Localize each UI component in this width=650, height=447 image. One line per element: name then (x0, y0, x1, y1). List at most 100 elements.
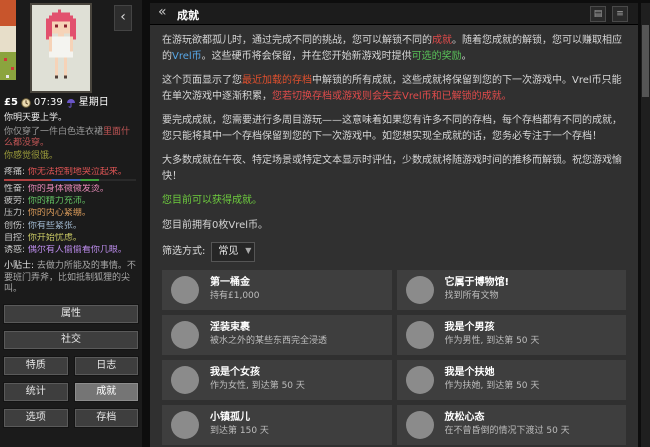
achievement-desc: 被水之外的某些东西完全浸透 (210, 335, 328, 346)
sidebar-item-traits[interactable]: 特质 (3, 356, 69, 376)
character-card (30, 3, 92, 93)
main-header: « 成就 ▤ ≡ (150, 3, 638, 25)
sidebar-item-attributes[interactable]: 属性 (3, 304, 139, 324)
eligible-line: 您目前可以获得成就。 (162, 195, 262, 206)
sidebar-item-feats[interactable]: 成就 (73, 382, 139, 402)
warning-text: 您若切换存档或游戏则会失去Vrel币和已解锁的成就。 (272, 90, 512, 102)
save-highlight: 最近加载的存档 (242, 75, 312, 86)
stat-arousal: 性奋: 你的身体微微发烫。 (4, 184, 138, 195)
achievement-desc: 作为女性, 到达第 50 天 (210, 380, 305, 391)
filter-label: 筛选方式: (162, 246, 206, 257)
scrollbar-thumb[interactable] (642, 25, 649, 97)
stat-value: 你的精力充沛。 (27, 196, 91, 206)
achievement-card: 我是个扶她 作为扶她, 到达第 50 天 (396, 359, 626, 400)
main-panel: « 成就 ▤ ≡ 在游玩欲都孤儿时，通过完成不同的挑战，您可以解锁不同的成就。随… (150, 3, 638, 447)
achievement-title: 我是个扶她 (444, 366, 495, 378)
achievement-card: 淫装束裹 被水之外的某些东西完全浸透 (162, 314, 392, 355)
stat-pain: 疼痛: 你无法控制地哭泣起来。 (4, 167, 138, 178)
money-value: £5 (4, 97, 18, 108)
achievement-card: 放松心态 在不曾昏倒的情况下渡过 50 天 (396, 404, 626, 445)
tip-message: 小贴士: 去做力所能及的事情。不要班门弄斧，比如抵制狐狸的尖叫。 (4, 261, 138, 295)
scene-background (0, 0, 16, 96)
text-segment: 。 (461, 50, 472, 62)
multiplay-paragraph: 要完成成就，您需要进行多周目游玩——这意味着如果您有许多不同的存档，每个存档都有… (162, 115, 622, 142)
achievement-icon (405, 410, 434, 439)
filter-selected-value: 常见 (218, 246, 239, 257)
achievement-card: 第一桶金 持有£1,000 (162, 269, 392, 310)
achievement-icon (405, 365, 434, 394)
layout-toggle-button[interactable]: ▤ (590, 6, 606, 22)
filter-select[interactable]: 常见 ▼ (211, 242, 256, 262)
stat-label: 压力: (4, 208, 26, 219)
stat-value: 你的内心紧绷。 (27, 208, 91, 219)
school-message: 你明天要上学。 (4, 112, 68, 123)
collapse-icon: ‹ (120, 9, 126, 25)
achievements-grid: 第一桶金 持有£1,000 它属于博物馆! 找到所有文物 淫装束裹 被水之外的某… (162, 269, 626, 447)
sidebar-item-statistics[interactable]: 统计 (3, 382, 69, 402)
stat-label: 诱惑: (4, 245, 26, 255)
text-segment: 。这些硬币将会保留，并在您开始新游戏时提供 (201, 50, 412, 62)
achievement-icon (171, 410, 199, 439)
stat-value: 你有些紧张。 (27, 220, 82, 231)
sidebar-item-journal[interactable]: 日志 (73, 356, 139, 376)
achievement-desc: 找到所有文物 (444, 290, 499, 301)
stat-stress: 压力: 你的内心紧绷。 (4, 208, 138, 219)
vrelcoin-highlight: Vrel币 (172, 50, 202, 62)
back-icon[interactable]: « (158, 4, 167, 20)
stat-value: 你开始忧虑。 (27, 232, 82, 243)
achievement-title: 我是个男孩 (444, 321, 495, 333)
text-segment: 在游玩欲都孤儿时，通过完成不同的挑战，您可以解锁不同的 (162, 35, 432, 46)
weekday-value: 星期日 (78, 97, 109, 108)
achievement-desc: 在不曾昏倒的情况下渡过 50 天 (444, 425, 570, 436)
achievement-title: 放松心态 (444, 411, 485, 423)
stat-label: 性奋: (4, 183, 26, 194)
achievement-icon (405, 275, 434, 304)
stat-control: 自控: 你开始忧虑。 (4, 233, 138, 244)
grid-icon: ▤ (593, 9, 603, 19)
achievement-card: 它属于博物馆! 找到所有文物 (396, 269, 626, 310)
save-paragraph: 这个页面显示了您最近加载的存档中解锁的所有成就，这些成就将保留到您的下一次游戏中… (162, 73, 626, 104)
achievement-icon (405, 320, 434, 349)
sidebar-nav: 属性 社交 特质 日志 统计 成就 选项 存档 (3, 304, 139, 434)
sidebar-collapse-button[interactable]: ‹ (114, 5, 132, 31)
status-row: £5 07:39 星期日 (4, 97, 138, 110)
scrollbar-track[interactable] (641, 3, 650, 447)
achievement-card: 小镇孤儿 到达第 150 天 (162, 404, 392, 445)
stat-value: 偶尔有人偷偷看你几眼。 (27, 245, 127, 255)
achievement-card: 我是个男孩 作为男性, 到达第 50 天 (396, 314, 626, 355)
stat-value: 你无法控制地哭泣起来。 (27, 166, 127, 177)
achievement-desc: 到达第 150 天 (210, 425, 269, 436)
time-value: 07:39 (33, 97, 63, 108)
sidebar-item-options[interactable]: 选项 (3, 408, 69, 428)
achievement-card: 我是个女孩 作为女性, 到达第 50 天 (162, 359, 392, 400)
stat-value: 你的身体微微发烫。 (27, 183, 109, 194)
sidebar-status: £5 07:39 星期日 你明天要上学。 你仅穿了一件白色连衣裙里面什么都没穿。… (4, 97, 138, 295)
intro-paragraph: 在游玩欲都孤儿时，通过完成不同的挑战，您可以解锁不同的成就。随着您成就的解锁，您… (162, 33, 626, 64)
feats-highlight: 成就 (432, 35, 452, 46)
menu-button[interactable]: ≡ (612, 6, 628, 22)
character-sprite (46, 9, 76, 79)
vrelcoin-count-line: 您目前拥有0枚Vrel币。 (162, 219, 269, 231)
tip-label: 小贴士: (4, 261, 35, 272)
unlock-paragraph: 大多数成就在午夜、特定场景或特定文本显示时评估，少数成就将随游戏时间的推移而解锁… (162, 155, 622, 182)
menu-icon: ≡ (616, 9, 624, 19)
outfit-message: 你仅穿了一件白色连衣裙里面什么都没穿。 (4, 127, 138, 150)
clock-icon (21, 98, 31, 108)
stat-label: 疼痛: (4, 166, 26, 177)
achievement-title: 第一桶金 (210, 276, 250, 288)
sidebar-item-saves[interactable]: 存档 (73, 408, 139, 428)
achievement-icon (171, 320, 199, 349)
stat-trauma: 创伤: 你有些紧张。 (4, 221, 138, 232)
achievement-title: 小镇孤儿 (210, 411, 250, 423)
umbrella-icon (66, 99, 75, 108)
achievement-icon (171, 365, 199, 394)
boon-highlight: 可选的奖励 (411, 50, 462, 62)
page-title: 成就 (177, 9, 199, 22)
scene-flowers (4, 58, 7, 61)
stat-label: 自控: (4, 232, 26, 243)
sidebar-item-social[interactable]: 社交 (3, 330, 139, 350)
achievement-desc: 作为扶她, 到达第 50 天 (444, 380, 540, 391)
sidebar: ‹ £5 07:39 星期日 你明天要上学。 你仅穿了一件白色连衣裙里面什么都没… (0, 0, 142, 447)
feats-content: 在游玩欲都孤儿时，通过完成不同的挑战，您可以解锁不同的成就。随着您成就的解锁，您… (150, 25, 638, 447)
achievement-title: 淫装束裹 (210, 321, 250, 333)
